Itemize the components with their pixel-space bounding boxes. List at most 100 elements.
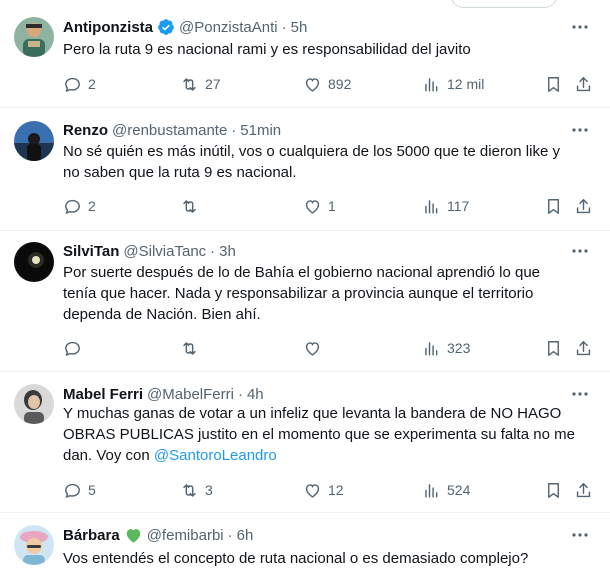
tweet[interactable]: Antiponzista @PonzistaAnti · 5h Pero la … bbox=[0, 0, 610, 108]
avatar[interactable] bbox=[14, 121, 54, 161]
tweet-text-line: dependa de Nación. Bien ahí. bbox=[63, 306, 261, 323]
timestamp[interactable]: 51min bbox=[240, 122, 281, 139]
separator-dot: · bbox=[231, 121, 237, 139]
handle[interactable]: @femibarbi bbox=[147, 527, 224, 544]
avatar[interactable] bbox=[14, 525, 54, 565]
like-button[interactable]: 12 bbox=[303, 480, 344, 500]
share-button[interactable] bbox=[574, 196, 593, 216]
retweet-button[interactable]: 3 bbox=[180, 480, 213, 500]
tweet[interactable]: Renzo @renbustamante · 51min No sé quién… bbox=[0, 108, 610, 231]
share-icon bbox=[576, 76, 591, 91]
tweet-actions: 2 1 117 bbox=[63, 196, 603, 216]
reply-icon bbox=[65, 341, 80, 356]
tweet[interactable]: SilviTan @SilviaTanc · 3h Por suerte des… bbox=[0, 231, 610, 372]
reply-button[interactable]: 5 bbox=[63, 480, 96, 500]
retweet-count: 27 bbox=[205, 76, 221, 92]
retweet-icon bbox=[183, 77, 196, 91]
like-button[interactable]: 1 bbox=[303, 196, 336, 216]
analytics-icon bbox=[425, 341, 438, 356]
display-name[interactable]: Antiponzista bbox=[63, 19, 153, 36]
mention-link[interactable]: @SantoroLeandro bbox=[154, 447, 277, 464]
retweet-button[interactable]: 27 bbox=[180, 74, 221, 94]
views-button[interactable]: 117 bbox=[422, 196, 469, 216]
tweet-header: Renzo @renbustamante · 51min bbox=[63, 120, 281, 140]
timestamp[interactable]: 3h bbox=[219, 243, 236, 260]
reply-feed: Antiponzista @PonzistaAnti · 5h Pero la … bbox=[0, 0, 610, 577]
view-count: 323 bbox=[447, 340, 471, 356]
tweet-text-line: Por suerte después de lo de Bahía el gob… bbox=[63, 264, 541, 281]
tweet-text-fragment: dan. Voy con bbox=[63, 447, 154, 464]
more-options-icon[interactable] bbox=[570, 244, 590, 258]
tweet-actions: 323 bbox=[63, 338, 603, 358]
green-heart-icon bbox=[126, 528, 140, 543]
reply-button[interactable] bbox=[63, 338, 88, 358]
like-button[interactable]: 892 bbox=[303, 74, 351, 94]
analytics-icon bbox=[425, 199, 438, 214]
retweet-button[interactable] bbox=[180, 196, 205, 216]
share-icon bbox=[576, 340, 591, 355]
handle[interactable]: @PonzistaAnti bbox=[179, 19, 278, 36]
avatar[interactable] bbox=[14, 242, 54, 282]
heart-icon bbox=[305, 341, 320, 356]
views-button[interactable]: 524 bbox=[422, 480, 470, 500]
bookmark-icon bbox=[548, 482, 559, 498]
tweet-header: SilviTan @SilviaTanc · 3h bbox=[63, 241, 236, 261]
bookmark-icon bbox=[548, 76, 559, 92]
bookmark-icon bbox=[548, 198, 559, 214]
reply-button[interactable]: 2 bbox=[63, 196, 96, 216]
bookmark-button[interactable] bbox=[544, 74, 563, 94]
separator-dot: · bbox=[210, 242, 216, 260]
more-options-icon[interactable] bbox=[570, 123, 590, 137]
timestamp[interactable]: 5h bbox=[291, 19, 308, 36]
like-button[interactable] bbox=[303, 338, 328, 358]
view-count: 12 mil bbox=[447, 76, 485, 92]
display-name[interactable]: SilviTan bbox=[63, 243, 119, 260]
share-button[interactable] bbox=[574, 480, 593, 500]
reply-button[interactable]: 2 bbox=[63, 74, 96, 94]
reply-icon bbox=[65, 483, 80, 498]
tweet-text: Vos entendés el concepto de ruta naciona… bbox=[63, 548, 603, 569]
tweet-text-line: tenía que hacer. Nada y responsabilizar … bbox=[63, 285, 534, 302]
tweet[interactable]: Bárbara @femibarbi · 6h Vos entendés el … bbox=[0, 513, 610, 577]
handle[interactable]: @SilviaTanc bbox=[123, 243, 206, 260]
tweet-text-line: Vos entendés el concepto de ruta naciona… bbox=[63, 550, 529, 567]
tweet[interactable]: Mabel Ferri @MabelFerri · 4h Y muchas ga… bbox=[0, 372, 610, 513]
timestamp[interactable]: 4h bbox=[247, 386, 264, 403]
verified-badge-icon bbox=[158, 19, 174, 35]
like-count: 1 bbox=[328, 198, 336, 214]
more-options-icon[interactable] bbox=[570, 387, 590, 401]
tweet-actions: 2 27 892 12 mil bbox=[63, 74, 603, 94]
tweet-text-line: No sé quién es más inútil, vos o cualqui… bbox=[63, 143, 560, 160]
like-count: 12 bbox=[328, 482, 344, 498]
heart-icon bbox=[305, 483, 320, 498]
retweet-button[interactable] bbox=[180, 338, 205, 358]
bookmark-button[interactable] bbox=[544, 196, 563, 216]
avatar[interactable] bbox=[14, 384, 54, 424]
bookmark-button[interactable] bbox=[544, 480, 563, 500]
retweet-icon bbox=[183, 199, 196, 213]
tweet-text-line: OBRAS PUBLICAS justito en el momento que… bbox=[63, 426, 575, 443]
separator-dot: · bbox=[227, 526, 233, 544]
more-options-icon[interactable] bbox=[570, 528, 590, 542]
reply-icon bbox=[65, 77, 80, 92]
share-button[interactable] bbox=[574, 74, 593, 94]
display-name[interactable]: Bárbara bbox=[63, 527, 120, 544]
handle[interactable]: @renbustamante bbox=[112, 122, 227, 139]
tweet-header: Bárbara @femibarbi · 6h bbox=[63, 525, 253, 545]
views-button[interactable]: 323 bbox=[422, 338, 470, 358]
share-button[interactable] bbox=[574, 338, 593, 358]
heart-icon bbox=[305, 77, 320, 92]
timestamp[interactable]: 6h bbox=[237, 527, 254, 544]
display-name[interactable]: Renzo bbox=[63, 122, 108, 139]
tweet-text-line: no saben que la ruta 9 es nacional. bbox=[63, 164, 297, 181]
share-icon bbox=[576, 482, 591, 497]
views-button[interactable]: 12 mil bbox=[422, 74, 484, 94]
bookmark-button[interactable] bbox=[544, 338, 563, 358]
more-options-icon[interactable] bbox=[570, 20, 590, 34]
avatar[interactable] bbox=[14, 17, 54, 57]
display-name[interactable]: Mabel Ferri bbox=[63, 386, 143, 403]
tweet-text: Pero la ruta 9 es nacional rami y es res… bbox=[63, 39, 603, 60]
tweet-actions: 5 3 12 524 bbox=[63, 480, 603, 500]
separator-dot: · bbox=[237, 385, 243, 403]
handle[interactable]: @MabelFerri bbox=[147, 386, 234, 403]
